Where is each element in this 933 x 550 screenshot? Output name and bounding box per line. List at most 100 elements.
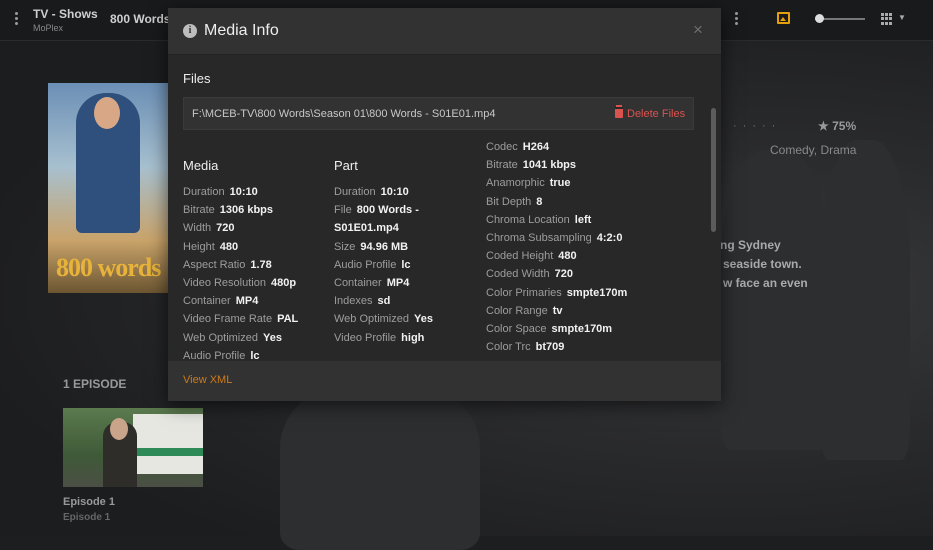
info-key: Container: [334, 276, 382, 289]
info-value: left: [574, 213, 592, 226]
info-key: Audio Profile: [183, 349, 246, 361]
close-icon[interactable]: ×: [693, 20, 703, 40]
info-value: S01E01.mp4: [334, 222, 399, 235]
modal-body[interactable]: Files F:\MCEB-TV\800 Words\Season 01\800…: [168, 55, 721, 361]
summary-line: seaside town.: [723, 257, 802, 271]
info-row: Video Frame Rate PAL: [183, 312, 333, 326]
info-key: Chroma Subsampling: [486, 231, 592, 244]
info-value: sd: [377, 295, 391, 308]
modal-footer: View XML: [168, 361, 721, 401]
info-row: Size 94.96 MB: [334, 240, 484, 254]
show-poster[interactable]: 800 words: [48, 83, 168, 293]
info-row: Web Optimized Yes: [334, 312, 484, 326]
info-row: Container MP4: [183, 294, 333, 308]
summary-line: w face an even: [723, 276, 808, 290]
episode-title[interactable]: Episode 1: [63, 496, 115, 508]
info-row: Chroma Location left: [486, 213, 686, 227]
media-info-modal: i Media Info × Files F:\MCEB-TV\800 Word…: [168, 8, 721, 401]
info-key: Bitrate: [183, 204, 215, 217]
info-value: 1041 kbps: [522, 159, 576, 172]
file-path-box: F:\MCEB-TV\800 Words\Season 01\800 Words…: [183, 97, 694, 130]
info-value: 94.96 MB: [360, 240, 409, 253]
info-row: Indexes sd: [334, 294, 484, 308]
info-key: Color Trc: [486, 341, 531, 354]
files-heading: Files: [183, 71, 211, 86]
info-key: Bitrate: [486, 159, 518, 172]
media-heading: Media: [183, 158, 219, 173]
info-value: Yes: [414, 313, 433, 326]
info-value: MP4: [235, 295, 259, 308]
info-row-continued: S01E01.mp4: [334, 221, 484, 235]
info-key: File: [334, 204, 352, 217]
background-image-icon[interactable]: [777, 12, 790, 24]
info-value: lc: [401, 258, 411, 271]
genre: Comedy, Drama: [770, 143, 857, 157]
zoom-slider-knob[interactable]: [815, 14, 824, 23]
info-value: 720: [216, 222, 235, 235]
modal-title: Media Info: [204, 22, 279, 39]
part-heading: Part: [334, 158, 358, 173]
info-key: Coded Width: [486, 268, 550, 281]
info-row: Color Primaries smpte170m: [486, 286, 686, 300]
info-key: Anamorphic: [486, 177, 545, 190]
grid-view-icon[interactable]: [881, 13, 894, 25]
info-row: Audio Profile lc: [183, 349, 333, 361]
info-value: 10:10: [229, 186, 258, 198]
info-value: H264: [522, 141, 550, 153]
info-row: Codec H264: [486, 140, 686, 154]
episode-subtitle: Episode 1: [63, 512, 111, 523]
info-value: 480p: [270, 276, 297, 289]
info-row: Container MP4: [334, 276, 484, 290]
chevron-down-icon[interactable]: ▼: [898, 13, 906, 22]
info-icon: i: [183, 24, 197, 38]
info-key: Container: [183, 295, 231, 308]
info-key: Video Frame Rate: [183, 313, 273, 326]
info-row: Color Range tv: [486, 304, 686, 318]
menu-kebab-icon[interactable]: [15, 12, 18, 27]
info-row: Video Profile high: [334, 331, 484, 345]
info-value: smpte170m: [551, 322, 613, 335]
view-xml-link[interactable]: View XML: [183, 374, 232, 386]
trash-icon: [615, 107, 623, 118]
delete-files-button[interactable]: Delete Files: [615, 107, 685, 120]
info-value: 10:10: [380, 186, 409, 198]
info-value: high: [401, 331, 425, 344]
info-key: Duration: [334, 186, 376, 198]
modal-scrollbar[interactable]: [711, 108, 716, 232]
info-key: Codec: [486, 141, 518, 153]
info-key: Video Profile: [334, 331, 397, 344]
more-options-icon[interactable]: [735, 12, 738, 27]
info-value: lc: [250, 349, 260, 361]
info-row: Duration 10:10: [183, 185, 333, 199]
info-row: Color Trc bt709: [486, 340, 686, 354]
info-row: Width 720: [183, 221, 333, 235]
rating: ★ 75%: [818, 119, 857, 133]
info-row: Audio Profile lc: [334, 258, 484, 272]
file-path: F:\MCEB-TV\800 Words\Season 01\800 Words…: [192, 108, 496, 120]
info-key: Indexes: [334, 295, 373, 308]
info-key: Width: [183, 222, 212, 235]
info-row: File 800 Words -: [334, 203, 484, 217]
info-row: Coded Height 480: [486, 249, 686, 263]
info-key: Web Optimized: [334, 313, 409, 326]
info-value: 800 Words -: [356, 204, 419, 217]
info-row: Coded Width 720: [486, 267, 686, 281]
info-key: Video Resolution: [183, 276, 266, 289]
info-value: smpte170m: [566, 286, 628, 299]
modal-header: i Media Info ×: [168, 8, 721, 55]
delete-files-label: Delete Files: [627, 108, 686, 120]
info-key: Color Space: [486, 322, 547, 335]
rating-dots: ·····: [733, 120, 782, 132]
info-key: Coded Height: [486, 250, 554, 263]
info-key: Audio Profile: [334, 258, 397, 271]
info-row: Bit Depth 8: [486, 195, 686, 209]
info-value: Yes: [263, 331, 282, 344]
info-row: Web Optimized Yes: [183, 331, 333, 345]
breadcrumb[interactable]: 800 Words: [110, 12, 170, 26]
episode-thumbnail[interactable]: [63, 408, 203, 487]
info-row: Duration 10:10: [334, 185, 484, 199]
library-title[interactable]: TV - Shows: [33, 7, 98, 21]
info-value: 1306 kbps: [219, 204, 273, 217]
summary-line: ng Sydney: [720, 238, 781, 252]
stream-column: Codec H264 Bitrate 1041 kbps Anamorphic tru…: [486, 140, 686, 358]
